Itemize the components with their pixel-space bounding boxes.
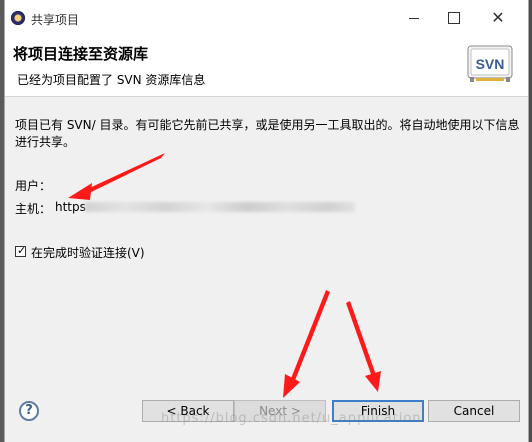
- close-button[interactable]: ✕: [480, 7, 516, 29]
- eclipse-icon: [11, 11, 25, 25]
- wizard-banner: 将项目连接至资源库 已经为项目配置了 SVN 资源库信息 SVN: [5, 36, 528, 97]
- title-bar[interactable]: 共享项目 ✕: [5, 0, 528, 36]
- user-label: 用户：: [15, 179, 52, 193]
- minimize-icon: [409, 17, 419, 19]
- maximize-button[interactable]: [436, 7, 472, 29]
- redacted-host-text: [85, 202, 355, 212]
- validate-connection-checkbox[interactable]: ✓: [15, 244, 27, 257]
- close-icon: ✕: [491, 8, 505, 27]
- window-title: 共享项目: [31, 13, 80, 27]
- page-title: 将项目连接至资源库: [13, 45, 149, 63]
- cancel-button[interactable]: Cancel: [428, 400, 520, 422]
- svn-logo-text: SVN: [476, 56, 505, 72]
- checkmark-icon: ✓: [17, 244, 27, 257]
- host-value: https: [55, 200, 86, 214]
- host-label: 主机：: [15, 202, 52, 216]
- share-project-dialog: 共享项目 ✕ 将项目连接至资源库 已经为项目配置了 SVN 资源库信息 SVN …: [4, 0, 529, 442]
- info-paragraph: 项目已有 SVN/ 目录。有可能它先前已共享，或是使用另一工具取出的。将自动地使…: [15, 118, 520, 149]
- wizard-content: 项目已有 SVN/ 目录。有可能它先前已共享，或是使用另一工具取出的。将自动地使…: [5, 97, 528, 442]
- page-description: 已经为项目配置了 SVN 资源库信息: [17, 73, 206, 87]
- watermark-text: https://blog.csdn.net/u_application: [161, 411, 422, 426]
- minimize-button[interactable]: [396, 7, 432, 29]
- help-button[interactable]: ?: [19, 401, 39, 421]
- svn-logo-icon: SVN: [467, 45, 513, 82]
- validate-connection-label[interactable]: 在完成时验证连接(V): [31, 244, 145, 261]
- maximize-icon: [448, 12, 460, 24]
